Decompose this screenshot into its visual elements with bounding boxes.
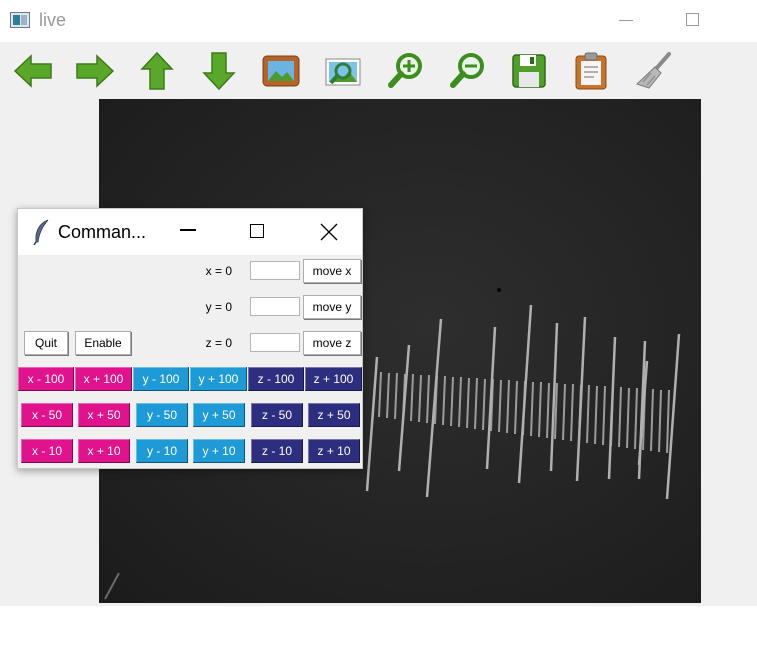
x-target-input[interactable] [250, 261, 300, 280]
z-plus-50-button[interactable]: z + 50 [308, 403, 360, 427]
forward-arrow-icon[interactable] [74, 50, 116, 92]
x-plus-100-button[interactable]: x + 100 [75, 367, 132, 391]
z-position-label: z = 0 [205, 336, 232, 350]
command-window: Comman... x = 0 move x y = 0 move y Quit… [17, 208, 363, 469]
y-plus-10-button[interactable]: y + 10 [193, 439, 245, 463]
clipboard-icon[interactable] [570, 50, 612, 92]
x-position-label: x = 0 [205, 264, 232, 278]
x-minus-10-button[interactable]: x - 10 [21, 439, 73, 463]
x-minus-100-button[interactable]: x - 100 [18, 367, 74, 391]
move-z-button[interactable]: move z [303, 331, 361, 355]
save-icon[interactable] [508, 50, 550, 92]
zoom-out-icon[interactable] [446, 50, 488, 92]
down-arrow-icon[interactable] [198, 50, 240, 92]
zoom-image-icon[interactable] [322, 50, 364, 92]
enable-button[interactable]: Enable [75, 331, 131, 355]
y-plus-50-button[interactable]: y + 50 [193, 403, 245, 427]
z-minus-50-button[interactable]: z - 50 [251, 403, 303, 427]
window-title: live [39, 10, 67, 30]
minimize-button[interactable] [617, 8, 637, 32]
move-y-button[interactable]: move y [303, 295, 361, 319]
z-plus-10-button[interactable]: z + 10 [308, 439, 360, 463]
back-arrow-icon[interactable] [12, 50, 54, 92]
y-position-label: y = 0 [205, 300, 232, 314]
command-maximize-button[interactable] [250, 224, 264, 238]
y-target-input[interactable] [250, 297, 300, 316]
z-plus-100-button[interactable]: z + 100 [305, 367, 362, 391]
main-titlebar: live [0, 0, 757, 42]
image-icon[interactable] [260, 50, 302, 92]
y-minus-100-button[interactable]: y - 100 [133, 367, 189, 391]
maximize-button[interactable] [686, 13, 699, 26]
command-titlebar: Comman... [18, 209, 362, 255]
up-arrow-icon[interactable] [136, 50, 178, 92]
y-minus-50-button[interactable]: y - 50 [136, 403, 188, 427]
x-minus-50-button[interactable]: x - 50 [21, 403, 73, 427]
z-target-input[interactable] [250, 333, 300, 352]
y-plus-100-button[interactable]: y + 100 [190, 367, 247, 391]
z-minus-10-button[interactable]: z - 10 [251, 439, 303, 463]
clear-broom-icon[interactable] [632, 50, 674, 92]
z-minus-100-button[interactable]: z - 100 [248, 367, 304, 391]
move-x-button[interactable]: move x [303, 259, 361, 283]
quit-button[interactable]: Quit [24, 331, 68, 355]
zoom-in-icon[interactable] [384, 50, 426, 92]
x-plus-10-button[interactable]: x + 10 [78, 439, 130, 463]
app-icon [10, 12, 30, 28]
y-minus-10-button[interactable]: y - 10 [136, 439, 188, 463]
command-title: Comman... [58, 222, 147, 242]
feather-icon [33, 219, 49, 245]
command-minimize-button[interactable] [180, 229, 196, 231]
x-plus-50-button[interactable]: x + 50 [78, 403, 130, 427]
toolbar [0, 42, 757, 98]
close-icon[interactable] [318, 221, 340, 243]
